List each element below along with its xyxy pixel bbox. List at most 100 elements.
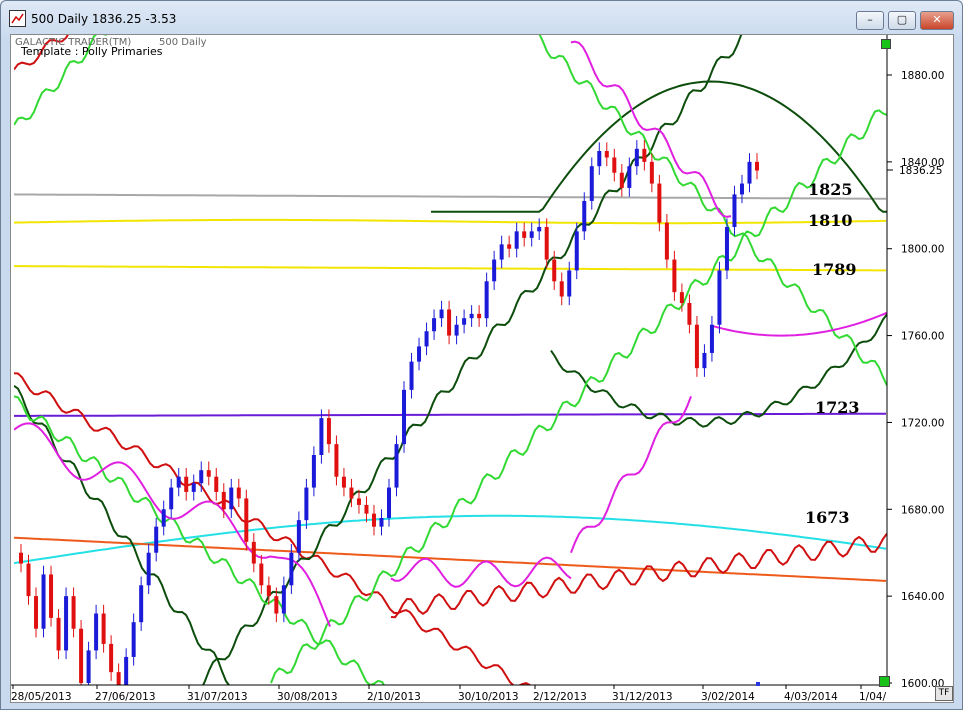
- candle-body: [206, 470, 211, 477]
- window-title: 500 Daily 1836.25 -3.53: [31, 12, 177, 26]
- candle-body: [724, 227, 729, 271]
- candle-body: [732, 194, 737, 227]
- candle-body: [657, 183, 662, 223]
- yellow-level-upper: [14, 218, 886, 225]
- maximize-button[interactable]: ▢: [888, 11, 916, 30]
- candle-body: [687, 303, 692, 325]
- x-tick-label: 4/03/2014: [784, 691, 838, 702]
- candle-body: [229, 487, 234, 510]
- red-falling-curve: [14, 372, 531, 685]
- candle-body: [49, 574, 54, 618]
- candle-body: [266, 585, 271, 597]
- x-tick-label: 31/07/2013: [187, 691, 248, 702]
- candle-body: [251, 541, 256, 564]
- candle-body: [612, 157, 617, 173]
- candle-body: [499, 244, 504, 260]
- candle-body: [544, 227, 549, 260]
- candle-body: [469, 313, 474, 319]
- candle-body: [507, 244, 512, 249]
- magenta-arc-curve: [710, 311, 887, 337]
- red-rising-curve: [390, 532, 887, 619]
- chart-area[interactable]: 1825 1810 1789 1723 1673 1880.00 1840.00 1800.0…: [10, 34, 954, 703]
- candle-body: [79, 628, 84, 683]
- price-chart[interactable]: 182518101789172316731880.001840.001800.0…: [11, 35, 953, 703]
- candle-body: [281, 585, 286, 614]
- candle-body: [424, 331, 429, 347]
- candle-body: [214, 476, 219, 492]
- candle-body: [341, 476, 346, 488]
- candle-body: [296, 520, 301, 553]
- x-tick-label: 30/10/2013: [458, 691, 519, 702]
- magenta-top-curve: [570, 40, 732, 218]
- candle-body: [709, 324, 714, 353]
- x-tick-label: 30/08/2013: [277, 691, 338, 702]
- x-tick-label: 2/10/2013: [367, 691, 421, 702]
- candle-body: [34, 596, 39, 629]
- candle-body: [274, 596, 279, 614]
- candle-body: [522, 231, 527, 238]
- candle-body: [755, 161, 759, 171]
- candle-body: [19, 552, 23, 564]
- candle-body: [64, 596, 69, 651]
- candle-body: [326, 418, 331, 445]
- candle-body: [221, 491, 226, 510]
- candle-body: [371, 513, 376, 527]
- candle-body: [387, 487, 391, 518]
- scroll-bottom-marker[interactable]: [879, 676, 890, 687]
- y-tick-label: 1880.00: [901, 70, 944, 82]
- orange-curve: [14, 536, 887, 582]
- candle-body: [304, 487, 309, 521]
- candle-body: [642, 148, 647, 162]
- x-tick-label: 27/06/2013: [95, 691, 156, 702]
- candle-body: [191, 483, 196, 492]
- timeframe-button[interactable]: TF: [935, 686, 953, 701]
- candle-body: [154, 526, 159, 553]
- darkgreen-rising-curve: [201, 35, 743, 685]
- candle-body: [109, 643, 114, 673]
- candle-body: [672, 259, 677, 293]
- candle-body: [702, 352, 707, 369]
- candle-body: [589, 166, 594, 201]
- candle-body: [364, 504, 369, 514]
- candle-body: [649, 161, 654, 184]
- date-marker: [756, 682, 760, 686]
- x-tick-label: 1/04/: [859, 691, 887, 702]
- candle-body: [289, 552, 294, 586]
- minimize-button[interactable]: –: [856, 11, 884, 30]
- candle-body: [462, 318, 467, 325]
- candle-body: [747, 161, 752, 184]
- close-button[interactable]: ✕: [920, 11, 954, 30]
- scroll-top-marker[interactable]: [881, 39, 891, 49]
- candle-body: [244, 498, 249, 542]
- candle-body: [394, 444, 399, 488]
- candle-body: [537, 227, 542, 232]
- level-label-1723: 1723: [815, 398, 860, 417]
- candle-body: [739, 183, 744, 195]
- y-tick-label: 1680.00: [901, 504, 944, 516]
- chart-app-icon[interactable]: [9, 10, 26, 27]
- y-tick-label: 1640.00: [901, 591, 944, 603]
- plot-area: [14, 35, 887, 685]
- level-label-1673: 1673: [805, 508, 850, 527]
- y-tick-label: 1800.00: [901, 244, 944, 256]
- candle-body: [559, 281, 564, 297]
- candle-body: [477, 313, 482, 319]
- candle-body: [492, 259, 497, 282]
- candle-body: [552, 259, 557, 282]
- magenta-rising-curve: [570, 396, 692, 554]
- candle-body: [319, 418, 324, 455]
- candle-body: [26, 563, 31, 597]
- symbol-label: 500 Daily: [159, 37, 207, 48]
- candle-body: [582, 200, 587, 232]
- title-bar[interactable]: 500 Daily 1836.25 -3.53 – ▢ ✕: [1, 1, 962, 35]
- candle-body: [379, 517, 384, 527]
- candle-body: [664, 222, 669, 260]
- candle-body: [627, 166, 632, 188]
- candle-body: [597, 151, 602, 167]
- cyan-curve: [14, 514, 887, 565]
- candle-body: [56, 617, 61, 651]
- y-tick-label: 1760.00: [901, 331, 944, 343]
- gray-level-line: [14, 193, 887, 200]
- x-tick-label: 2/12/2013: [533, 691, 587, 702]
- candle-body: [567, 270, 572, 297]
